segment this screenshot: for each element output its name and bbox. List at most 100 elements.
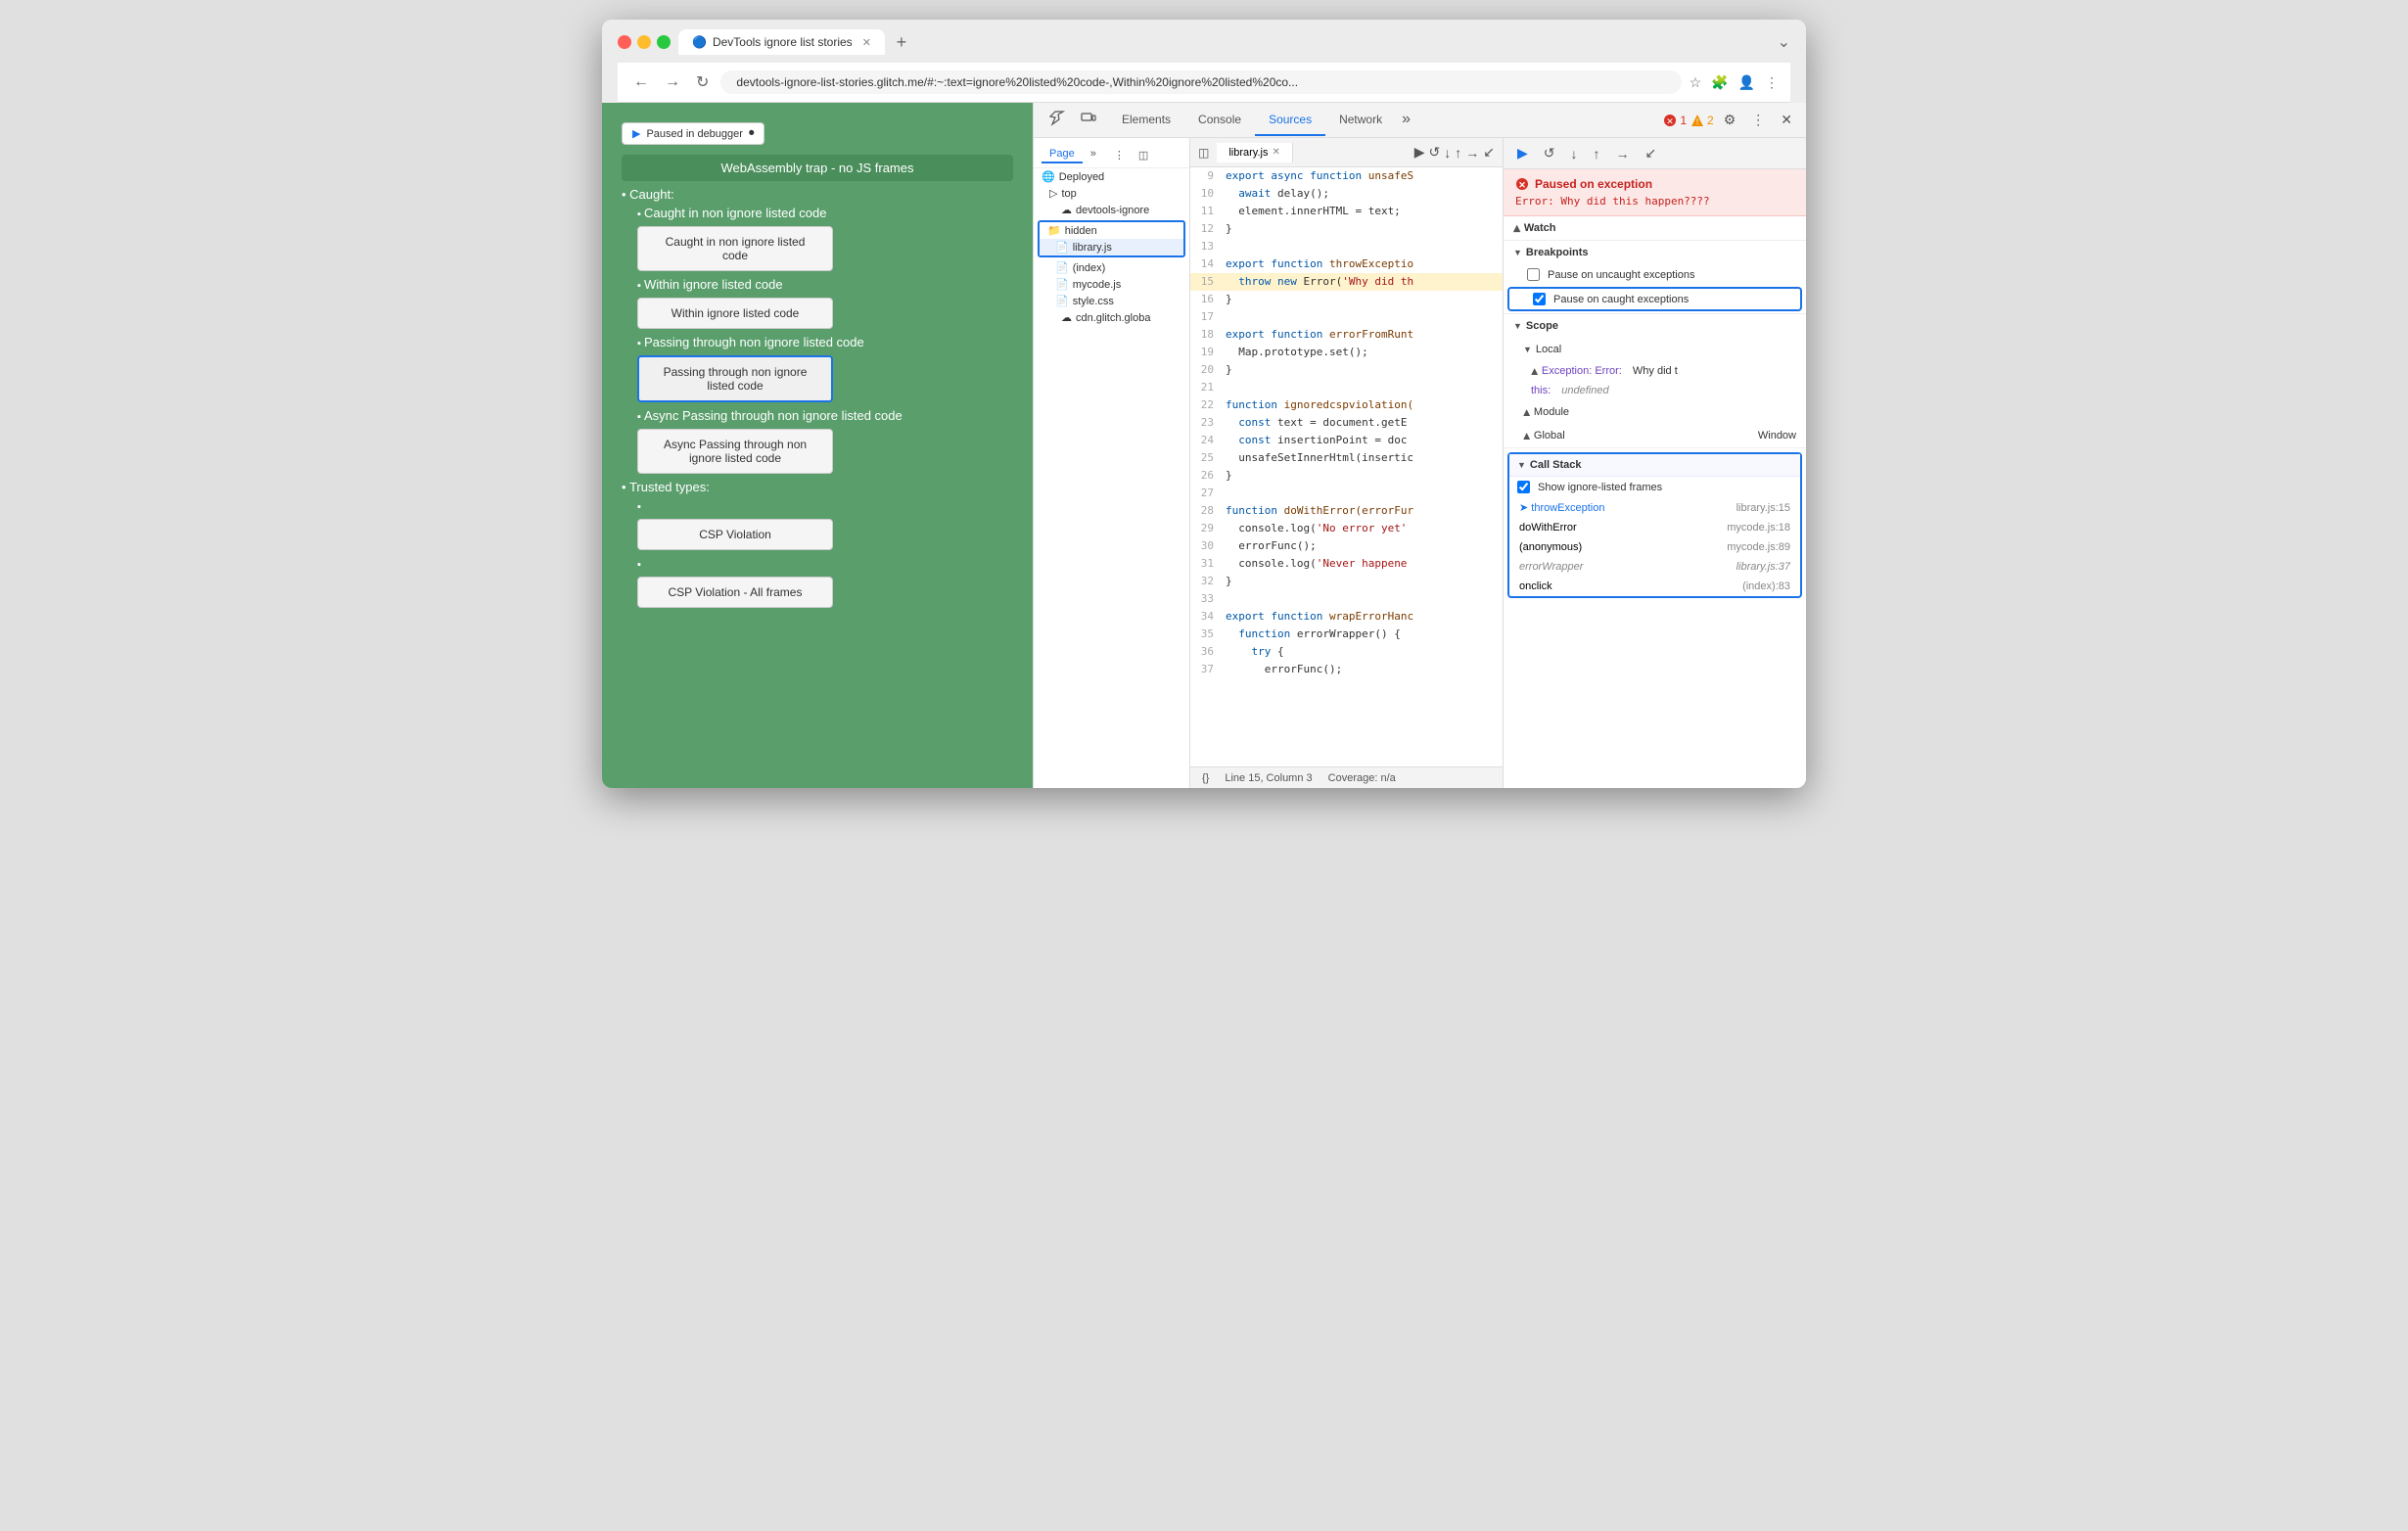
tree-item-index[interactable]: 📄 (index) — [1034, 259, 1189, 276]
resume-button[interactable]: ▶ — [1511, 142, 1534, 164]
module-scope-header[interactable]: ▶ Module — [1504, 400, 1806, 424]
file-icon: 📄 — [1055, 241, 1069, 254]
inspect-element-button[interactable] — [1042, 107, 1073, 133]
deactivate-btn[interactable]: ↙ — [1483, 144, 1495, 161]
caught-item-label-0: Caught in non ignore listed code — [644, 206, 826, 220]
forward-button[interactable]: → — [661, 71, 684, 93]
tab-page[interactable]: Page — [1042, 146, 1083, 163]
tab-title: DevTools ignore list stories — [713, 35, 853, 49]
file-tree-more-button[interactable]: ⋮ — [1110, 147, 1129, 163]
tab-overflow-button[interactable]: ⌄ — [1778, 32, 1790, 52]
caught-btn-2[interactable]: Passing through non ignore listed code — [637, 355, 833, 402]
tree-item-cdn[interactable]: ☁ cdn.glitch.globa — [1034, 309, 1189, 326]
editor-tab-close[interactable]: ✕ — [1272, 147, 1279, 158]
extensions-icon[interactable]: 🧩 — [1711, 74, 1728, 91]
tree-item-top[interactable]: ▷ top — [1034, 185, 1189, 202]
tree-item-deployed[interactable]: 🌐 Deployed — [1034, 168, 1189, 185]
editor-tab-library-js[interactable]: library.js ✕ — [1217, 143, 1293, 162]
browser-tab-active[interactable]: 🔵 DevTools ignore list stories ✕ — [678, 29, 885, 55]
step-over-btn[interactable]: ▶ — [1414, 144, 1425, 161]
tab-sources[interactable]: Sources — [1255, 105, 1325, 136]
breakpoints-section-header[interactable]: ▼ Breakpoints — [1504, 241, 1806, 264]
trusted-types-label: Trusted types: — [629, 480, 710, 494]
webpage-panel: ▶ Paused in debugger ⏺ WebAssembly trap … — [602, 103, 1033, 788]
sidebar-toggle-btn[interactable]: ◫ — [1190, 146, 1217, 160]
call-frame-1[interactable]: doWithError mycode.js:18 — [1509, 518, 1800, 537]
address-input[interactable] — [720, 70, 1681, 94]
call-frame-4[interactable]: onclick (index):83 — [1509, 577, 1800, 596]
tab-close-button[interactable]: ✕ — [862, 36, 871, 49]
deactivate-breakpoints-button[interactable]: ↙ — [1640, 142, 1663, 164]
trusted-btn-0[interactable]: CSP Violation — [637, 519, 833, 550]
local-scope-header[interactable]: ▼ Local — [1504, 338, 1806, 361]
scope-exception-row[interactable]: ▶ Exception: Error: Why did t — [1504, 361, 1806, 381]
tab-network[interactable]: Network — [1325, 105, 1396, 136]
tree-item-mycode-js[interactable]: 📄 mycode.js — [1034, 276, 1189, 293]
code-area[interactable]: 9 export async function unsafeS 10 await… — [1190, 167, 1503, 766]
device-toggle-button[interactable] — [1073, 107, 1104, 133]
code-text-26: } — [1226, 467, 1232, 485]
format-button[interactable]: {} — [1202, 772, 1209, 784]
code-line-34: 34 export function wrapErrorHanc — [1190, 608, 1503, 626]
exception-title-text: Paused on exception — [1535, 177, 1652, 191]
step-into-btn[interactable]: ↺ — [1429, 144, 1441, 161]
code-line-12: 12 } — [1190, 220, 1503, 238]
global-scope-header[interactable]: ▶ Global Window — [1504, 424, 1806, 447]
maximize-traffic-light[interactable] — [657, 35, 671, 49]
devtools-close-button[interactable]: ✕ — [1775, 108, 1798, 132]
pause-caught-row: Pause on caught exceptions — [1507, 287, 1802, 311]
devtools-settings-button[interactable]: ⚙ — [1718, 108, 1742, 132]
more-icon[interactable]: ⋮ — [1765, 74, 1779, 91]
close-traffic-light[interactable] — [618, 35, 631, 49]
tree-item-hidden[interactable]: 📁 hidden — [1040, 222, 1183, 239]
module-label: Module — [1534, 406, 1569, 418]
editor-tabs: ◫ library.js ✕ ▶ ↺ ↓ ↑ → ↙ — [1190, 138, 1503, 167]
line-num-13: 13 — [1198, 238, 1226, 255]
frame-location-1: mycode.js:18 — [1727, 522, 1790, 534]
caught-btn-0[interactable]: Caught in non ignore listed code — [637, 226, 833, 271]
warn-count-button[interactable]: ! 2 — [1690, 114, 1714, 127]
caught-btn-1[interactable]: Within ignore listed code — [637, 298, 833, 329]
pause-caught-label: Pause on caught exceptions — [1553, 294, 1689, 305]
tab-console[interactable]: Console — [1184, 105, 1255, 136]
play-icon: ▶ — [632, 127, 640, 140]
code-line-11: 11 element.innerHTML = text; — [1190, 203, 1503, 220]
step-out-button[interactable]: ↑ — [1588, 143, 1606, 164]
devtools-more-button[interactable]: ⋮ — [1745, 108, 1771, 132]
pause-uncaught-checkbox[interactable] — [1527, 268, 1540, 281]
step-into-button[interactable]: ↓ — [1565, 143, 1584, 164]
step-over-button[interactable]: ↺ — [1538, 142, 1561, 164]
watch-section: ▶ Watch — [1504, 216, 1806, 241]
step-btn[interactable]: ↑ — [1455, 144, 1461, 161]
call-frame-0[interactable]: ➤ throwException library.js:15 — [1509, 497, 1800, 518]
watch-section-header[interactable]: ▶ Watch — [1504, 216, 1806, 240]
trusted-btn-1[interactable]: CSP Violation - All frames — [637, 577, 833, 608]
tree-item-library-js[interactable]: 📄 library.js — [1040, 239, 1183, 255]
show-ignore-frames-checkbox[interactable] — [1517, 481, 1530, 493]
call-frame-3[interactable]: errorWrapper library.js:37 — [1509, 557, 1800, 577]
refresh-button[interactable]: ↻ — [692, 70, 713, 94]
account-icon[interactable]: 👤 — [1738, 74, 1755, 91]
tree-item-domain[interactable]: ☁ devtools-ignore — [1034, 202, 1189, 218]
caught-btn-3[interactable]: Async Passing through non ignore listed … — [637, 429, 833, 474]
tree-item-style-css[interactable]: 📄 style.css — [1034, 293, 1189, 309]
sidebar-toggle-button[interactable]: ◫ — [1135, 147, 1152, 163]
code-line-32: 32 } — [1190, 573, 1503, 590]
continue-btn[interactable]: → — [1465, 144, 1479, 161]
minimize-traffic-light[interactable] — [637, 35, 651, 49]
pause-caught-checkbox[interactable] — [1533, 293, 1546, 305]
call-stack-header[interactable]: ▼ Call Stack — [1509, 454, 1800, 476]
scope-section-header[interactable]: ▼ Scope — [1504, 314, 1806, 338]
error-count-button[interactable]: ✕ 1 — [1663, 114, 1687, 127]
tab-elements[interactable]: Elements — [1108, 105, 1184, 136]
more-tabs-button[interactable]: » — [1396, 105, 1416, 136]
new-tab-button[interactable]: + — [889, 29, 914, 55]
bookmark-icon[interactable]: ☆ — [1690, 74, 1702, 91]
step-button[interactable]: → — [1610, 143, 1636, 164]
step-out-btn[interactable]: ↓ — [1444, 144, 1451, 161]
devtools-panel: Elements Console Sources Network » ✕ 1 !… — [1033, 103, 1806, 788]
back-button[interactable]: ← — [629, 71, 653, 93]
tab-more-sources[interactable]: » — [1083, 146, 1104, 163]
main-content: ▶ Paused in debugger ⏺ WebAssembly trap … — [602, 103, 1806, 788]
call-frame-2[interactable]: (anonymous) mycode.js:89 — [1509, 537, 1800, 557]
